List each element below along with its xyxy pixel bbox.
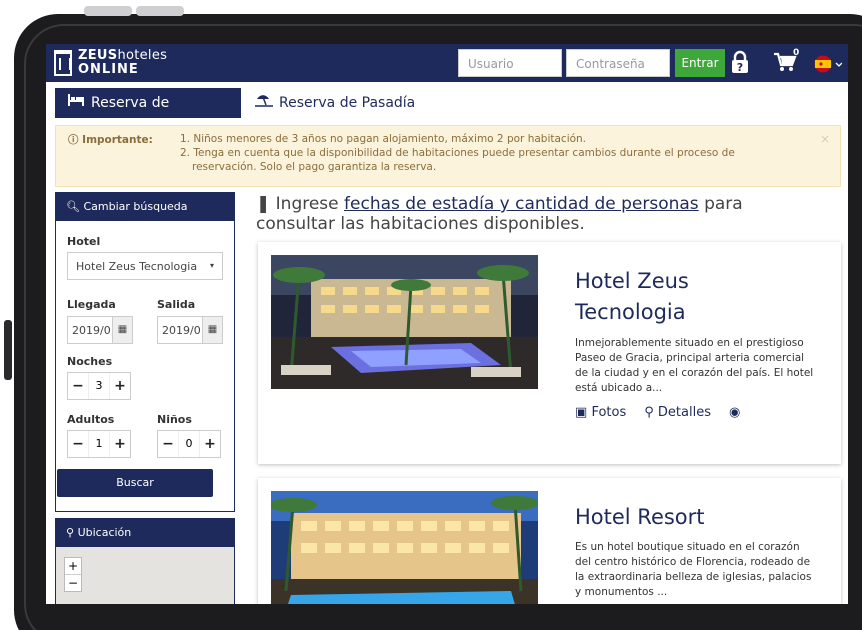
- arrival-date-input[interactable]: 2019/0 ▦: [67, 316, 133, 344]
- alert-item: 2. Tenga en cuenta que la disponibilidad…: [180, 147, 735, 173]
- nights-stepper[interactable]: − 3 +: [67, 372, 131, 400]
- dates-and-guests-link[interactable]: fechas de estadía y cantidad de personas: [344, 194, 699, 214]
- tablet-side-button: [4, 320, 12, 380]
- cart-icon[interactable]: 0: [773, 48, 799, 77]
- intro-text: ❚ Ingrese fechas de estadía y cantidad d…: [256, 194, 816, 234]
- location-panel-title: Ubicación: [77, 526, 132, 539]
- hotel-description: Inmejorablemente situado en el prestigio…: [575, 337, 814, 394]
- lock-icon[interactable]: ?: [730, 50, 750, 79]
- search-icon: 🔍︎: [66, 200, 84, 213]
- details-label: Detalles: [657, 405, 711, 420]
- children-stepper[interactable]: − 0 +: [157, 430, 221, 458]
- login-button[interactable]: Entrar: [675, 49, 725, 77]
- calendar-icon[interactable]: ▦: [112, 317, 132, 343]
- hotel-name[interactable]: Hotel Resort: [575, 502, 795, 533]
- nights-label: Noches: [67, 355, 113, 368]
- departure-date-value: 2019/0: [162, 324, 201, 337]
- chevron-down-icon: ▾: [209, 261, 214, 270]
- location-panel-header: ⚲ Ubicación: [56, 519, 234, 547]
- hotel-label: Hotel: [67, 235, 101, 248]
- map-marker-icon: ⚲: [66, 526, 78, 539]
- departure-date-input[interactable]: 2019/0 ▦: [157, 316, 223, 344]
- nights-value: 3: [88, 373, 110, 399]
- zoom-in-button[interactable]: +: [65, 558, 81, 575]
- details-link[interactable]: ⚲ Detalles: [644, 405, 711, 420]
- logo-text-light: hoteles: [117, 48, 168, 63]
- minus-icon[interactable]: −: [158, 431, 178, 457]
- arrival-label: Llegada: [67, 298, 116, 311]
- plus-icon[interactable]: +: [200, 431, 220, 457]
- important-alert: ⓘ Importante: 1. Niños menores de 3 años…: [55, 125, 841, 187]
- alert-item: 1. Niños menores de 3 años no pagan aloj…: [180, 133, 587, 145]
- alert-title: Importante:: [82, 134, 153, 146]
- location-panel: ⚲ Ubicación + −: [55, 518, 235, 604]
- children-value: 0: [178, 431, 200, 457]
- hotel-photo[interactable]: [271, 491, 538, 604]
- minus-icon[interactable]: −: [68, 431, 88, 457]
- info-icon: ❚: [256, 194, 271, 214]
- language-flag-icon[interactable]: [814, 54, 843, 78]
- logo-text-bold: ZEUS: [78, 48, 118, 63]
- screen: ZEUShoteles ONLINE Usuario Contraseña En…: [46, 44, 848, 604]
- hotel-name[interactable]: Hotel Zeus Tecnologia: [575, 266, 775, 328]
- username-input[interactable]: Usuario: [458, 49, 562, 77]
- beach-icon: [255, 88, 273, 118]
- search-panel-header: 🔍︎ Cambiar búsqueda: [56, 193, 234, 221]
- svg-text:?: ?: [737, 61, 743, 74]
- arrival-date-value: 2019/0: [72, 324, 111, 337]
- plus-icon[interactable]: +: [110, 373, 130, 399]
- hotel-building-icon: [54, 50, 72, 76]
- cart-count-badge: 0: [793, 48, 800, 58]
- tablet-volume-button: [136, 6, 184, 16]
- hotel-photo[interactable]: [271, 255, 538, 389]
- hotel-description: Es un hotel boutique situado en el coraz…: [575, 541, 812, 598]
- minus-icon[interactable]: −: [68, 373, 88, 399]
- top-navbar: ZEUShoteles ONLINE Usuario Contraseña En…: [46, 44, 848, 82]
- hotel-select-value: Hotel Zeus Tecnologia: [76, 260, 198, 273]
- map-zoom-control: + −: [64, 557, 82, 592]
- plus-icon[interactable]: +: [110, 431, 130, 457]
- zoom-out-button[interactable]: −: [65, 575, 81, 591]
- search-panel-title: Cambiar búsqueda: [83, 200, 188, 213]
- adults-label: Adultos: [67, 413, 115, 426]
- hotel-select[interactable]: Hotel Zeus Tecnologia ▾: [67, 252, 223, 280]
- zoom-icon: ⚲: [644, 405, 654, 420]
- password-input[interactable]: Contraseña: [566, 49, 670, 77]
- logo-text-online: ONLINE: [78, 62, 139, 77]
- info-icon: ⓘ: [68, 134, 83, 146]
- brand-logo[interactable]: ZEUShoteles ONLINE: [54, 49, 167, 77]
- hotel-card: Hotel Resort Es un hotel boutique situad…: [258, 478, 841, 604]
- children-label: Niños: [157, 413, 192, 426]
- tab-room-booking[interactable]: Reserva de Habitación: [55, 88, 241, 141]
- tab-day-pass-label: Reserva de Pasadía: [279, 95, 416, 111]
- search-button[interactable]: Buscar: [57, 469, 213, 497]
- departure-label: Salida: [157, 298, 196, 311]
- calendar-icon[interactable]: ▦: [202, 317, 222, 343]
- photos-label: Fotos: [591, 405, 627, 420]
- location-map[interactable]: + −: [56, 547, 234, 604]
- hotel-card: Hotel Zeus Tecnologia Inmejorablemente s…: [258, 242, 841, 464]
- photos-link[interactable]: ▣ Fotos: [575, 405, 626, 420]
- map-marker-icon[interactable]: ◉: [729, 405, 740, 420]
- tab-day-pass[interactable]: Reserva de Pasadía: [255, 88, 415, 118]
- adults-value: 1: [88, 431, 110, 457]
- close-icon[interactable]: ×: [820, 132, 830, 146]
- adults-stepper[interactable]: − 1 +: [67, 430, 131, 458]
- bed-icon: [67, 88, 85, 118]
- intro-before: Ingrese: [275, 194, 345, 214]
- image-icon: ▣: [575, 405, 588, 420]
- tablet-volume-button: [84, 6, 132, 16]
